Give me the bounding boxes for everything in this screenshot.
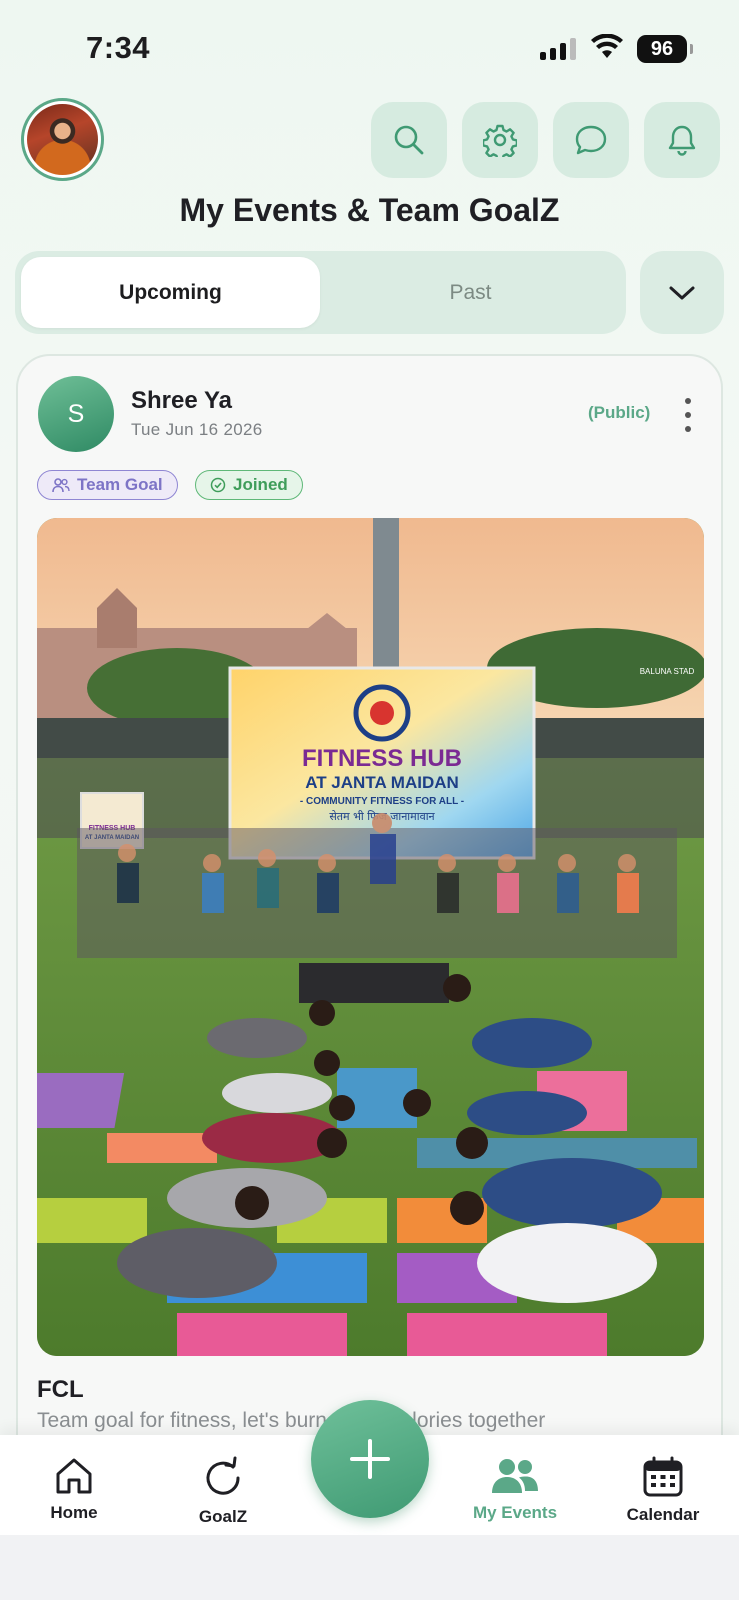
battery-icon: 96: [637, 35, 693, 63]
bell-icon: [668, 125, 696, 156]
home-icon: [56, 1458, 92, 1494]
nav-calendar[interactable]: Calendar: [603, 1455, 723, 1525]
event-tabs: Upcoming Past: [15, 251, 626, 334]
nav-home-label: Home: [50, 1503, 98, 1522]
home-indicator-area: [0, 1535, 739, 1600]
status-time: 7:34: [86, 30, 151, 65]
battery-level: 96: [650, 37, 674, 60]
profile-avatar[interactable]: [21, 98, 104, 181]
messages-button[interactable]: [553, 102, 629, 178]
nav-goalz-label: GoalZ: [198, 1507, 248, 1526]
settings-button[interactable]: [462, 102, 538, 178]
nav-goalz[interactable]: GoalZ: [163, 1455, 283, 1527]
filter-dropdown-button[interactable]: [640, 251, 724, 334]
status-bar: 7:34 96: [0, 0, 739, 96]
banner-line3: - COMMUNITY FITNESS FOR ALL -: [300, 796, 464, 807]
plus-icon: [350, 1439, 390, 1479]
page-title: My Events & Team GoalZ: [179, 192, 560, 228]
event-photo[interactable]: FITNESS HUB AT JANTA MAIDAN - COMMUNITY …: [37, 518, 704, 1356]
nav-my-events-label: My Events: [472, 1503, 558, 1522]
event-description: Team goal for fitness, let's burn some c…: [37, 1409, 546, 1432]
people-icon: [492, 1459, 538, 1493]
gear-icon: [483, 124, 517, 157]
fitness-event-image: FITNESS HUB AT JANTA MAIDAN - COMMUNITY …: [37, 518, 704, 1356]
search-button[interactable]: [371, 102, 447, 178]
check-circle-icon: [210, 477, 226, 493]
search-icon: [394, 125, 424, 155]
joined-label: Joined: [233, 475, 288, 494]
joined-badge: Joined: [195, 470, 303, 500]
organizer-name[interactable]: Shree Ya: [131, 387, 232, 415]
banner-line1: FITNESS HUB: [302, 745, 462, 772]
chevron-down-icon: [669, 286, 695, 299]
more-options-icon[interactable]: [678, 398, 698, 432]
create-event-button[interactable]: [311, 1400, 429, 1518]
banner-line2: AT JANTA MAIDAN: [305, 773, 459, 792]
notifications-button[interactable]: [644, 102, 720, 178]
signal-icon: [540, 38, 576, 60]
team-goal-badge: Team Goal: [37, 470, 178, 500]
wifi-icon: [591, 34, 623, 58]
organizer-avatar[interactable]: S: [38, 376, 114, 452]
team-goal-label: Team Goal: [77, 475, 163, 494]
visibility-label: (Public): [588, 403, 651, 422]
event-name: FCL: [37, 1376, 84, 1403]
tab-past[interactable]: Past: [321, 257, 620, 328]
chat-icon: [575, 125, 607, 155]
nav-home[interactable]: Home: [14, 1455, 134, 1523]
refresh-icon: [206, 1456, 240, 1495]
gate-sign: BALUNA STAD: [640, 667, 695, 676]
calendar-icon: [643, 1456, 683, 1497]
event-date: Tue Jun 16 2026: [131, 420, 263, 439]
nav-calendar-label: Calendar: [626, 1505, 700, 1524]
tab-upcoming[interactable]: Upcoming: [21, 257, 320, 328]
nav-my-events[interactable]: My Events: [455, 1455, 575, 1523]
people-icon: [52, 478, 70, 493]
